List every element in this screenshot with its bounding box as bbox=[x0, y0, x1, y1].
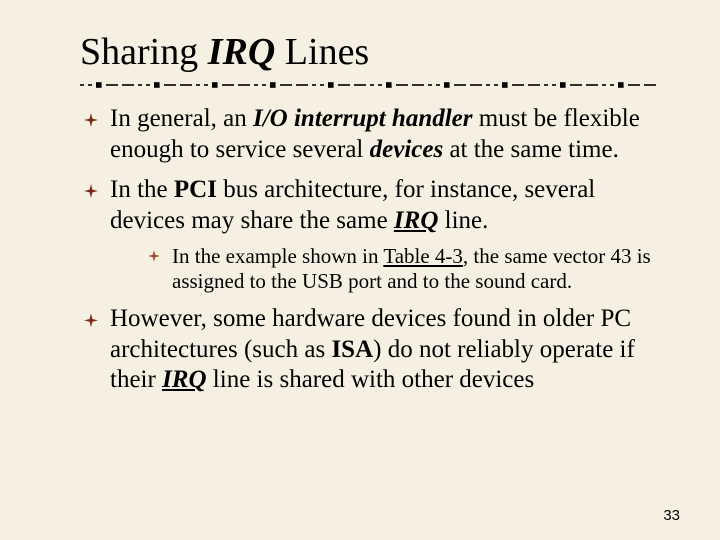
title-divider bbox=[80, 80, 660, 90]
bullet-1-text-3: at the same time. bbox=[443, 136, 619, 163]
bullet-3-emph-irq: IRQ bbox=[162, 366, 206, 393]
title-irq: IRQ bbox=[208, 31, 276, 73]
title-text-pre: Sharing bbox=[80, 31, 208, 73]
bullet-2-text: In the bbox=[110, 176, 174, 203]
sub-bullet-list: In the example shown in Table 4-3, the s… bbox=[110, 244, 660, 294]
page-number: 33 bbox=[663, 507, 680, 524]
bullet-2-text-3: line. bbox=[438, 207, 488, 234]
bullet-list: In general, an I/O interrupt handler mus… bbox=[80, 104, 660, 396]
bullet-3-text-3: line is shared with other devices bbox=[207, 366, 535, 393]
bullet-3: However, some hardware devices found in … bbox=[80, 304, 660, 396]
title-text-post: Lines bbox=[275, 31, 369, 73]
bullet-2-emph-pci: PCI bbox=[174, 176, 217, 203]
bullet-1-emph-handler: I/O interrupt handler bbox=[253, 105, 473, 132]
bullet-1-emph-devices: devices bbox=[370, 136, 444, 163]
bullet-2-emph-irq: IRQ bbox=[394, 207, 438, 234]
sub-bullet-1: In the example shown in Table 4-3, the s… bbox=[146, 244, 660, 294]
bullet-2: In the PCI bus architecture, for instanc… bbox=[80, 175, 660, 294]
sub-bullet-1-text: In the example shown in bbox=[172, 244, 383, 268]
slide: Sharing IRQ Lines In general, an I/O int… bbox=[0, 0, 720, 540]
bullet-1: In general, an I/O interrupt handler mus… bbox=[80, 104, 660, 165]
sub-bullet-1-link-table: Table 4-3 bbox=[383, 244, 463, 268]
slide-title: Sharing IRQ Lines bbox=[80, 30, 660, 74]
bullet-1-text: In general, an bbox=[110, 105, 253, 132]
bullet-3-emph-isa: ISA bbox=[331, 336, 373, 363]
